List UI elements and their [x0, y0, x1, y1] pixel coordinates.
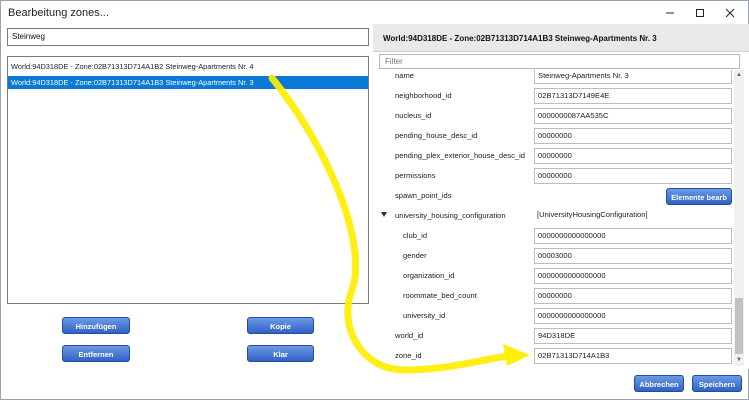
property-value[interactable]: 00000000: [534, 148, 732, 164]
property-row: neighborhood_id 02B71313D7149E4E: [377, 87, 733, 106]
property-row: nucleus_id 0000000087AA535C: [377, 107, 733, 126]
property-value[interactable]: 94D318DE: [534, 328, 732, 344]
property-name: university_id: [403, 311, 446, 320]
property-value[interactable]: 00000000: [534, 128, 732, 144]
property-row: organization_id 0000000000000000: [377, 267, 733, 286]
property-name: world_id: [395, 331, 424, 340]
property-name: club_id: [403, 231, 428, 240]
add-button[interactable]: Hinzufügen: [62, 317, 130, 334]
collapse-triangle-icon[interactable]: [381, 212, 387, 217]
property-value[interactable]: Steinweg-Apartments Nr. 3: [534, 70, 732, 84]
clear-button[interactable]: Klar: [247, 345, 314, 362]
property-row: permissions 00000000: [377, 167, 733, 186]
filter-input[interactable]: Filter: [379, 54, 740, 69]
property-row: world_id 94D318DE: [377, 327, 733, 346]
property-value[interactable]: 0000000000000000: [534, 228, 732, 244]
scrollbar-thumb[interactable]: [735, 298, 743, 354]
property-name: permissions: [395, 171, 436, 180]
property-row: club_id 0000000000000000: [377, 227, 733, 246]
property-value[interactable]: 0000000000000000: [534, 268, 732, 284]
property-value[interactable]: 0000000087AA535C: [534, 108, 732, 124]
cancel-button[interactable]: Abbrechen: [634, 375, 684, 392]
scroll-up-icon[interactable]: ▲: [735, 71, 743, 79]
zone-list[interactable]: World:94D318DE - Zone:02B71313D714A1B2 S…: [7, 56, 369, 304]
property-value[interactable]: 00003000: [534, 248, 732, 264]
property-row: zone_id 02B71313D714A1B3: [377, 347, 733, 366]
property-row: pending_house_desc_id 00000000: [377, 127, 733, 146]
property-name: organization_id: [403, 271, 455, 280]
property-name: pending_house_desc_id: [395, 131, 478, 140]
property-name: zone_id: [395, 351, 422, 360]
remove-button[interactable]: Entfernen: [62, 345, 130, 362]
property-row: university_housing_configuration [Univer…: [377, 207, 733, 226]
property-value[interactable]: 00000000: [534, 288, 732, 304]
panel-title: World:94D318DE - Zone:02B71313D714A1B3 S…: [383, 34, 657, 43]
close-icon[interactable]: [717, 4, 743, 22]
property-row: roommate_bed_count 00000000: [377, 287, 733, 306]
property-grid: name Steinweg-Apartments Nr. 3 neighborh…: [377, 70, 733, 366]
save-button[interactable]: Speichern: [692, 375, 742, 392]
property-value: [UniversityHousingConfiguration]: [534, 208, 732, 224]
property-name: spawn_point_ids: [395, 191, 452, 200]
property-row: gender 00003000: [377, 247, 733, 266]
edit-elements-button[interactable]: Elemente bearb: [666, 188, 732, 205]
search-input[interactable]: Steinweg: [7, 28, 369, 46]
property-value[interactable]: 02B71313D7149E4E: [534, 88, 732, 104]
property-value[interactable]: 0000000000000000: [534, 308, 732, 324]
property-value[interactable]: 00000000: [534, 168, 732, 184]
list-item-selected[interactable]: World:94D318DE - Zone:02B71313D714A1B3 S…: [8, 76, 368, 89]
property-value[interactable]: 02B71313D714A1B3: [534, 348, 732, 364]
property-row: spawn_point_ids Elemente bearb: [377, 187, 733, 206]
property-name: gender: [403, 251, 427, 260]
maximize-icon[interactable]: [687, 4, 713, 22]
property-name: pending_plex_exterior_house_desc_id: [395, 151, 526, 160]
property-row: university_id 0000000000000000: [377, 307, 733, 326]
property-name: neighborhood_id: [395, 91, 452, 100]
property-row: pending_plex_exterior_house_desc_id 0000…: [377, 147, 733, 166]
minimize-icon[interactable]: [657, 4, 683, 22]
property-name: name: [395, 71, 414, 80]
property-name: roommate_bed_count: [403, 291, 477, 300]
copy-button[interactable]: Kopie: [247, 317, 314, 334]
property-name: nucleus_id: [395, 111, 432, 120]
list-item[interactable]: World:94D318DE - Zone:02B71313D714A1B2 S…: [8, 60, 368, 73]
scroll-down-icon[interactable]: ▼: [735, 356, 743, 364]
property-row: name Steinweg-Apartments Nr. 3: [377, 70, 733, 86]
property-name: university_housing_configuration: [395, 211, 506, 220]
window-title: Bearbeitung zones...: [8, 7, 109, 19]
